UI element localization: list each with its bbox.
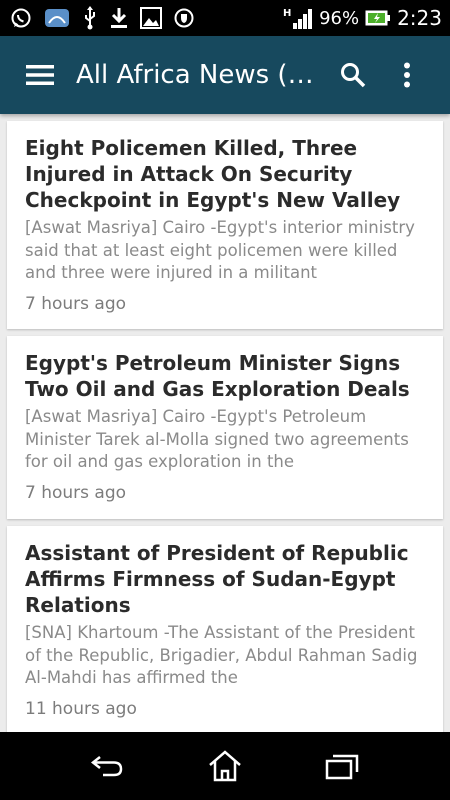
menu-button[interactable]	[12, 47, 68, 103]
system-status: H 96% 2:23	[277, 6, 442, 30]
article-title[interactable]: Egypt's Petroleum Minister Signs Two Oil…	[25, 350, 425, 402]
overflow-menu-button[interactable]	[387, 47, 427, 103]
battery-icon	[365, 8, 391, 28]
article-title[interactable]: Eight Policemen Killed, Three Injured in…	[25, 135, 425, 213]
back-icon	[91, 756, 123, 777]
battery-percent: 96%	[319, 7, 360, 29]
whatsapp-icon	[10, 7, 32, 29]
recent-apps-button[interactable]	[312, 741, 372, 791]
article-time: 7 hours ago	[25, 482, 127, 503]
app-icon	[44, 7, 70, 29]
home-icon	[209, 750, 241, 782]
signal-icon: H	[283, 6, 313, 30]
usb-icon	[82, 6, 98, 30]
notification-icons	[10, 6, 206, 30]
network-type: H	[283, 8, 291, 19]
download-icon	[110, 7, 128, 29]
navigation-bar	[0, 732, 450, 800]
search-icon	[341, 63, 366, 88]
article-summary: [Aswat Masriya] Cairo -Egypt's Petroleum…	[25, 407, 409, 471]
clock: 2:23	[397, 6, 442, 30]
status-bar: H 96% 2:23	[0, 0, 450, 36]
app-bar: All Africa News (…	[0, 36, 450, 114]
more-vert-icon	[404, 62, 410, 88]
home-button[interactable]	[195, 741, 255, 791]
news-card[interactable]: Eight Policemen Killed, Three Injured in…	[7, 121, 443, 329]
back-button[interactable]	[78, 741, 138, 791]
search-button[interactable]	[325, 47, 381, 103]
app-title: All Africa News (…	[76, 60, 314, 90]
article-summary: [SNA] Khartoum -The Assistant of the Pre…	[25, 623, 418, 687]
news-card[interactable]: Egypt's Petroleum Minister Signs Two Oil…	[7, 336, 443, 519]
recent-apps-icon	[325, 754, 358, 780]
article-summary: [Aswat Masriya] Cairo -Egypt's interior …	[25, 218, 415, 282]
article-time: 11 hours ago	[25, 698, 137, 719]
shield-icon	[174, 8, 194, 28]
news-card[interactable]: Assistant of President of Republic Affir…	[7, 526, 443, 732]
article-time: 7 hours ago	[25, 293, 127, 314]
news-feed[interactable]: Eight Policemen Killed, Three Injured in…	[0, 114, 450, 732]
image-icon	[140, 7, 162, 29]
hamburger-menu-icon	[26, 65, 54, 85]
article-title[interactable]: Assistant of President of Republic Affir…	[25, 540, 425, 618]
